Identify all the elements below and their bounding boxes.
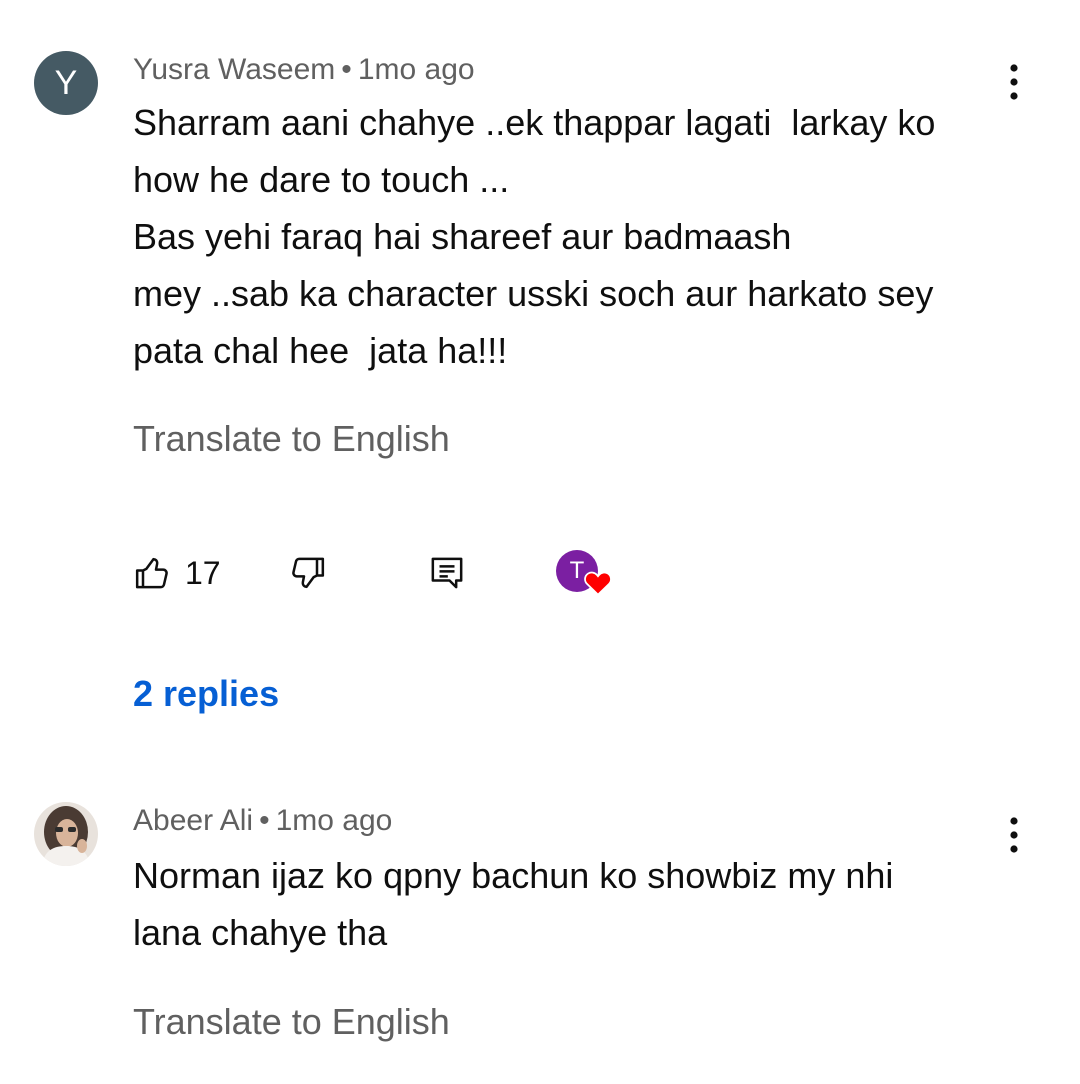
- profile-photo: [34, 802, 98, 866]
- comment-line: pata chal hee jata ha!!!: [133, 330, 508, 371]
- comment-header: Abeer Ali • 1mo ago: [133, 804, 392, 838]
- comment-header: Yusra Waseem • 1mo ago: [133, 53, 475, 87]
- comment-item: Y Yusra Waseem • 1mo ago Sharram aani chah…: [0, 0, 1080, 760]
- separator-dot: •: [341, 53, 352, 86]
- comment-text: Norman ijaz ko qpny bachun ko showbiz my…: [133, 847, 1013, 961]
- translate-button[interactable]: Translate to English: [133, 418, 450, 460]
- avatar[interactable]: Y: [34, 51, 98, 115]
- reply-comment-icon: [431, 557, 463, 589]
- comment-line: mey ..sab ka character usski soch aur ha…: [133, 273, 934, 314]
- separator-dot: •: [259, 804, 270, 837]
- comment-line: Bas yehi faraq hai shareef aur badmaash: [133, 216, 792, 257]
- comment-time: 1mo ago: [357, 53, 475, 86]
- comment-item: Abeer Ali • 1mo ago Norman ijaz ko qpny ba…: [0, 760, 1080, 1084]
- thumbs-up-icon: [135, 557, 168, 589]
- like-button[interactable]: 17: [133, 548, 221, 598]
- heart-icon: [584, 571, 612, 596]
- translate-button[interactable]: Translate to English: [133, 1001, 450, 1043]
- reply-button[interactable]: [427, 548, 467, 598]
- author-name[interactable]: Yusra Waseem: [133, 53, 335, 86]
- comment-line: Sharram aani chahye ..ek thappar lagati …: [133, 102, 936, 143]
- thumbs-down-icon: [292, 557, 325, 589]
- comment-line: lana chahye tha: [133, 912, 388, 953]
- comment-line: how he dare to touch ...: [133, 159, 510, 200]
- dislike-button[interactable]: [287, 548, 327, 598]
- view-replies-button[interactable]: 2 replies: [133, 673, 279, 715]
- author-name[interactable]: Abeer Ali: [133, 804, 253, 837]
- avatar[interactable]: [34, 802, 98, 866]
- creator-heart-badge[interactable]: T: [556, 548, 612, 598]
- comment-text: Sharram aani chahye ..ek thappar lagati …: [133, 94, 1013, 379]
- comment-time: 1mo ago: [275, 804, 393, 837]
- like-count: 17: [185, 554, 221, 591]
- comment-line: Norman ijaz ko qpny bachun ko showbiz my…: [133, 855, 894, 896]
